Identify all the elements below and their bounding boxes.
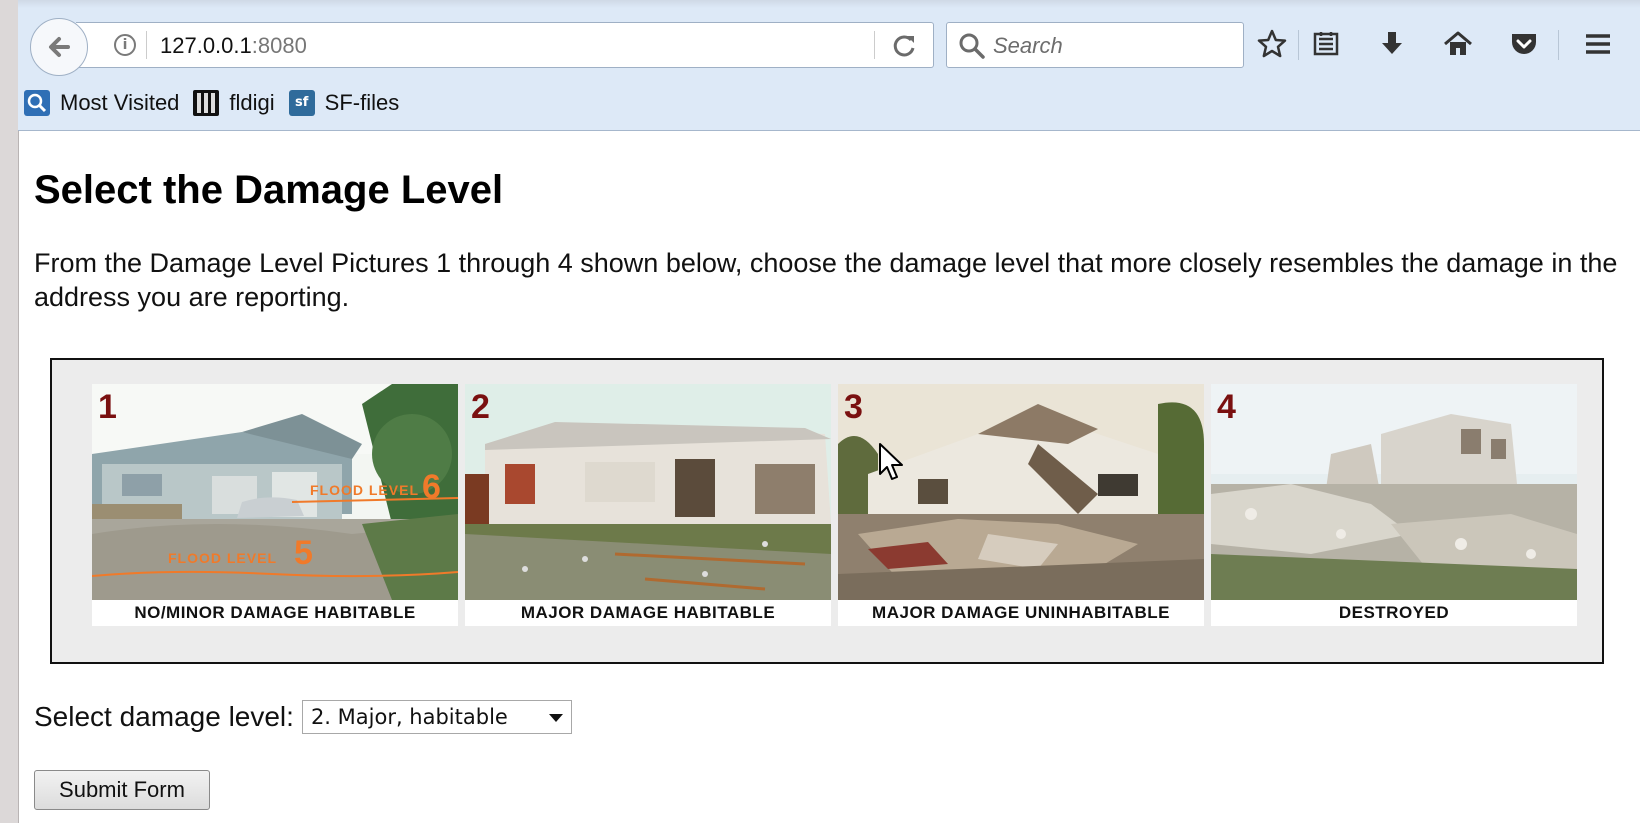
damage-panel-3: 3 MAJOR DAMAGE UNINHABITABLE (838, 384, 1204, 626)
select-value: 2. Major, habitable (310, 705, 508, 729)
bookmark-star-icon[interactable] (1252, 24, 1292, 64)
toolbar-separator (1558, 30, 1559, 60)
reload-separator (874, 31, 875, 59)
chevron-down-icon (548, 714, 563, 722)
bookmark-most-visited[interactable]: Most Visited (24, 90, 179, 116)
reading-list-icon[interactable] (1306, 24, 1346, 64)
download-icon[interactable] (1372, 24, 1412, 64)
damage-panel-4: 4 DESTROYED (1211, 384, 1577, 626)
bookmarks-toolbar: Most Visited fldigi sf SF-files (24, 88, 413, 118)
url-text[interactable]: 127.0.0.1:8080 (160, 33, 307, 59)
mouse-cursor-icon (879, 443, 903, 480)
submit-button[interactable]: Submit Form (34, 770, 210, 810)
window-left-edge (0, 0, 19, 823)
bookmark-label: fldigi (229, 90, 275, 115)
pocket-icon[interactable] (1504, 24, 1544, 64)
damage-level-gallery: FLOOD LEVEL 6 FLOOD LEVEL 5 1 NO/MINOR D… (50, 358, 1604, 664)
damage-panel-1: FLOOD LEVEL 6 FLOOD LEVEL 5 1 NO/MINOR D… (92, 384, 458, 626)
reload-icon[interactable] (889, 31, 919, 61)
damage-photo-1: FLOOD LEVEL 6 FLOOD LEVEL 5 (92, 384, 458, 600)
select-damage-label: Select damage level: (34, 701, 294, 732)
panel-caption: MAJOR DAMAGE UNINHABITABLE (872, 603, 1170, 622)
url-bar[interactable]: i 127.0.0.1:8080 (76, 22, 934, 68)
panel-number: 3 (844, 388, 863, 426)
back-button[interactable] (30, 18, 88, 76)
back-arrow-icon (49, 37, 70, 57)
intro-text: From the Damage Level Pictures 1 through… (34, 248, 1618, 312)
url-host: 127.0.0.1 (160, 33, 252, 58)
search-icon (959, 33, 985, 59)
menu-icon[interactable] (1578, 24, 1618, 64)
fldigi-icon (193, 90, 220, 116)
bookmark-label: SF-files (324, 90, 400, 115)
bookmark-label: Most Visited (60, 90, 180, 115)
search-input[interactable] (991, 29, 1235, 63)
damage-photo-4 (1211, 384, 1577, 600)
damage-select-row: Select damage level: 2. Major, habitable (34, 700, 572, 734)
panel-number: 1 (98, 388, 117, 426)
panel-caption: NO/MINOR DAMAGE HABITABLE (134, 603, 416, 622)
panel-number: 2 (471, 388, 490, 426)
page-title: Select the Damage Level (34, 168, 504, 212)
url-separator (146, 31, 147, 59)
panel-caption: DESTROYED (1338, 603, 1450, 622)
damage-photo-2 (465, 384, 831, 600)
damage-panel-2: 2 MAJOR DAMAGE HABITABLE (465, 384, 831, 626)
sf-icon: sf (288, 90, 315, 116)
home-icon[interactable] (1438, 24, 1478, 64)
flood-level-label: FLOOD LEVEL (168, 550, 277, 566)
panel-caption: MAJOR DAMAGE HABITABLE (520, 603, 776, 622)
flood-level-label: FLOOD LEVEL (310, 482, 419, 498)
tab-strip (18, 0, 1640, 8)
browser-toolbar: i 127.0.0.1:8080 Search Most Visited fld… (18, 0, 1640, 131)
damage-photo-3 (838, 384, 1204, 600)
panel-number: 4 (1217, 388, 1236, 426)
search-bar[interactable] (946, 22, 1244, 68)
bookmark-sf-files[interactable]: sf SF-files (288, 90, 400, 116)
most-visited-icon (24, 90, 50, 116)
toolbar-separator (1298, 30, 1299, 60)
damage-level-select[interactable]: 2. Major, habitable (301, 700, 572, 734)
flood-level-number: 5 (294, 534, 313, 572)
url-port: :8080 (251, 33, 307, 58)
flood-level-number: 6 (422, 468, 441, 506)
info-icon[interactable]: i (114, 34, 136, 56)
bookmark-fldigi[interactable]: fldigi (193, 90, 275, 116)
